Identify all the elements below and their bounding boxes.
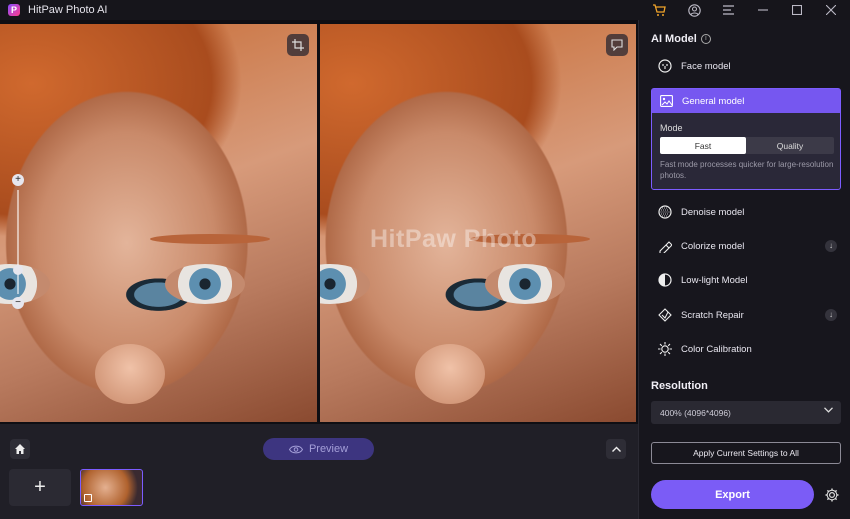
- mode-quality-option[interactable]: Quality: [746, 137, 834, 154]
- menu-icon[interactable]: [720, 2, 736, 18]
- image-thumbnail[interactable]: [80, 469, 143, 506]
- export-button[interactable]: Export: [651, 480, 814, 509]
- app-logo: P: [8, 4, 20, 16]
- mode-toggle[interactable]: Fast Quality: [660, 137, 834, 154]
- model-item-denoise[interactable]: Denoise model: [651, 199, 841, 225]
- chevron-down-icon: [824, 405, 833, 415]
- account-icon[interactable]: [686, 2, 702, 18]
- image-icon: [658, 93, 674, 109]
- watermark: HitPaw Photo: [370, 225, 538, 253]
- low-light-icon: [657, 272, 673, 288]
- model-item-colorize[interactable]: Colorize model ↓: [651, 233, 841, 259]
- mode-description: Fast mode processes quicker for large-re…: [660, 160, 834, 180]
- ai-model-title: AI Model i: [651, 33, 711, 45]
- zoom-out-button[interactable]: −: [12, 297, 24, 309]
- zoom-slider-handle[interactable]: [13, 265, 23, 275]
- close-icon[interactable]: [823, 2, 839, 18]
- face-icon: [657, 58, 673, 74]
- model-label: Colorize model: [681, 240, 745, 252]
- app-window: P HitPaw Photo AI HitPaw Photo + − Previ…: [0, 0, 850, 519]
- model-label: Low-light Model: [681, 274, 748, 286]
- image-detail: [485, 264, 565, 304]
- settings-panel: AI Model i Face model General model Mode…: [638, 20, 850, 519]
- home-icon: [15, 444, 25, 454]
- preview-label: Preview: [308, 443, 349, 455]
- title-bar: P HitPaw Photo AI: [0, 0, 850, 20]
- model-label: General model: [682, 95, 745, 107]
- model-label: Scratch Repair: [681, 309, 744, 321]
- original-image-pane[interactable]: [0, 24, 317, 422]
- ai-model-label: AI Model: [651, 33, 697, 45]
- crop-icon[interactable]: [287, 34, 309, 56]
- mode-fast-option[interactable]: Fast: [660, 137, 746, 154]
- image-detail: [150, 234, 270, 244]
- model-label: Color Calibration: [681, 343, 752, 355]
- collapse-button[interactable]: [606, 439, 626, 459]
- mode-label: Mode: [660, 123, 683, 133]
- model-item-face[interactable]: Face model: [651, 53, 841, 79]
- model-label: Face model: [681, 60, 731, 72]
- image-detail: [415, 344, 485, 404]
- image-detail: [165, 264, 245, 304]
- color-calibration-icon: [657, 341, 673, 357]
- chevron-up-icon: [611, 446, 621, 452]
- bottom-toolbar: Preview +: [0, 424, 638, 519]
- model-item-general[interactable]: General model Mode Fast Quality Fast mod…: [651, 88, 841, 190]
- resolution-select[interactable]: 400% (4096*4096): [651, 401, 841, 424]
- denoise-icon: [657, 204, 673, 220]
- feedback-icon[interactable]: [606, 34, 628, 56]
- image-canvas[interactable]: HitPaw Photo + −: [0, 20, 638, 424]
- general-model-header[interactable]: General model: [652, 89, 840, 113]
- resolution-value: 400% (4096*4096): [660, 407, 731, 418]
- maximize-icon[interactable]: [789, 2, 805, 18]
- image-detail: [320, 264, 370, 304]
- preview-image-pane[interactable]: [320, 24, 636, 422]
- thumbnail-badge-icon: [84, 494, 92, 502]
- scratch-repair-icon: [657, 307, 673, 323]
- model-item-color-calibration[interactable]: Color Calibration: [651, 336, 841, 362]
- settings-button[interactable]: [823, 486, 840, 503]
- gear-icon: [825, 488, 838, 501]
- colorize-icon: [657, 238, 673, 254]
- preview-button[interactable]: Preview: [263, 438, 374, 460]
- apply-to-all-button[interactable]: Apply Current Settings to All: [651, 442, 841, 464]
- download-icon[interactable]: ↓: [825, 240, 837, 252]
- eye-icon: [288, 445, 303, 453]
- zoom-in-button[interactable]: +: [12, 174, 24, 186]
- model-item-low-light[interactable]: Low-light Model: [651, 267, 841, 293]
- info-icon[interactable]: i: [700, 34, 711, 44]
- image-detail: [95, 344, 165, 404]
- add-image-button[interactable]: +: [9, 469, 71, 506]
- zoom-slider-track[interactable]: [17, 190, 19, 294]
- home-button[interactable]: [10, 439, 30, 459]
- cart-icon[interactable]: [651, 2, 667, 18]
- app-title: HitPaw Photo AI: [28, 4, 108, 16]
- minimize-icon[interactable]: [755, 2, 771, 18]
- model-item-scratch-repair[interactable]: Scratch Repair ↓: [651, 302, 841, 328]
- resolution-title: Resolution: [651, 380, 708, 392]
- model-label: Denoise model: [681, 206, 745, 218]
- download-icon[interactable]: ↓: [825, 309, 837, 321]
- image-detail: [0, 264, 50, 304]
